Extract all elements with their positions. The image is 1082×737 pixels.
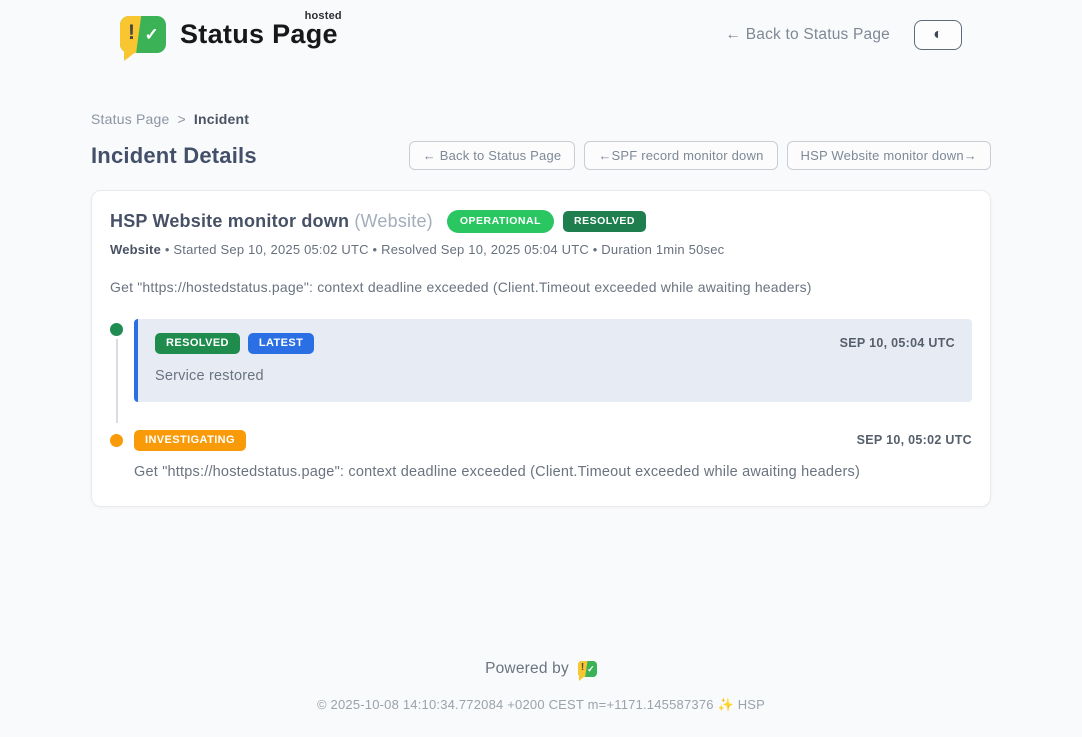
incident-title: HSP Website monitor down (Website) bbox=[110, 211, 433, 232]
theme-toggle-button[interactable]: ◐ bbox=[914, 20, 962, 50]
timeline-timestamp: SEP 10, 05:04 UTC bbox=[840, 336, 955, 350]
incident-timeline: RESOLVED LATEST SEP 10, 05:04 UTC Servic… bbox=[110, 319, 972, 480]
exclamation-icon: ! bbox=[581, 662, 585, 673]
next-incident-button[interactable]: HSP Website monitor down→ bbox=[787, 141, 991, 170]
timeline-update-card: RESOLVED LATEST SEP 10, 05:04 UTC Servic… bbox=[134, 319, 972, 402]
timeline-message: Service restored bbox=[155, 368, 955, 384]
breadcrumb-status-page[interactable]: Status Page bbox=[91, 111, 169, 127]
latest-badge: LATEST bbox=[248, 333, 314, 354]
incident-badges: OPERATIONAL RESOLVED bbox=[447, 210, 646, 233]
breadcrumb-separator: > bbox=[177, 111, 185, 127]
copyright-prefix: © 2025-10-08 14:10:34.772084 +0200 CEST … bbox=[317, 697, 718, 712]
timeline-update-header: INVESTIGATING SEP 10, 05:02 UTC bbox=[134, 430, 972, 451]
logo-bubble: ! ✓ bbox=[578, 661, 597, 677]
investigating-status-badge: INVESTIGATING bbox=[134, 430, 246, 451]
breadcrumb-incident: Incident bbox=[194, 111, 249, 127]
copyright-suffix: HSP bbox=[734, 697, 765, 712]
page-title: Incident Details bbox=[91, 143, 257, 169]
header-right: ← Back to Status Page ◐ bbox=[726, 20, 962, 50]
timeline-dot-orange bbox=[110, 434, 123, 447]
checkmark-icon: ✓ bbox=[137, 16, 166, 53]
breadcrumb: Status Page > Incident bbox=[91, 111, 991, 127]
timeline-item-investigating: INVESTIGATING SEP 10, 05:02 UTC Get "htt… bbox=[110, 430, 972, 480]
footer: Powered by ! ✓ © 2025-10-08 14:10:34.772… bbox=[0, 660, 1082, 737]
main-content: Status Page > Incident Incident Details … bbox=[91, 67, 991, 507]
brand-text: Status Page bbox=[180, 19, 338, 49]
title-row: Incident Details ← Back to Status Page ←… bbox=[91, 141, 991, 170]
logo-bubble-tail bbox=[579, 676, 585, 681]
brand-name: Status Page hosted bbox=[180, 19, 338, 50]
incident-component: (Website) bbox=[354, 211, 433, 231]
incident-nav-buttons: ← Back to Status Page ←SPF record monito… bbox=[409, 141, 991, 170]
operational-badge: OPERATIONAL bbox=[447, 210, 554, 233]
incident-meta-component: Website bbox=[110, 242, 161, 257]
brand-logo[interactable]: ! ✓ Status Page hosted bbox=[120, 16, 338, 53]
timeline-timestamp: SEP 10, 05:02 UTC bbox=[857, 433, 972, 447]
incident-meta: Website • Started Sep 10, 2025 05:02 UTC… bbox=[110, 242, 972, 257]
timeline-update-badges: RESOLVED LATEST bbox=[155, 333, 314, 354]
copyright-text: © 2025-10-08 14:10:34.772084 +0200 CEST … bbox=[0, 697, 1082, 713]
incident-title-text: HSP Website monitor down bbox=[110, 211, 349, 231]
sparkles-icon: ✨ bbox=[718, 697, 734, 712]
resolved-badge: RESOLVED bbox=[563, 211, 646, 232]
checkmark-icon: ✓ bbox=[585, 661, 597, 677]
timeline-message: Get "https://hostedstatus.page": context… bbox=[134, 464, 972, 480]
exclamation-icon: ! bbox=[128, 21, 135, 45]
timeline-dot-green bbox=[110, 323, 123, 336]
incident-card: HSP Website monitor down (Website) OPERA… bbox=[91, 190, 991, 507]
powered-by-label: Powered by bbox=[485, 660, 569, 678]
back-to-status-page-button[interactable]: ← Back to Status Page bbox=[409, 141, 576, 170]
prev-incident-button[interactable]: ←SPF record monitor down bbox=[584, 141, 777, 170]
logo-bubble: ! ✓ bbox=[120, 16, 166, 53]
brand-superscript: hosted bbox=[305, 10, 342, 22]
back-to-status-page-link[interactable]: ← Back to Status Page bbox=[726, 26, 890, 44]
status-page-logo-icon: ! ✓ bbox=[120, 16, 166, 53]
status-page-mini-logo-icon: ! ✓ bbox=[578, 661, 597, 677]
timeline-update-header: RESOLVED LATEST SEP 10, 05:04 UTC bbox=[155, 333, 955, 354]
timeline-item-resolved: RESOLVED LATEST SEP 10, 05:04 UTC Servic… bbox=[110, 319, 972, 402]
incident-meta-details: • Started Sep 10, 2025 05:02 UTC • Resol… bbox=[161, 242, 724, 257]
resolved-status-badge: RESOLVED bbox=[155, 333, 240, 354]
powered-by-link[interactable]: Powered by ! ✓ bbox=[0, 660, 1082, 678]
header: ! ✓ Status Page hosted ← Back to Status … bbox=[0, 0, 1082, 67]
timeline-update-badges: INVESTIGATING bbox=[134, 430, 246, 451]
incident-title-row: HSP Website monitor down (Website) OPERA… bbox=[110, 210, 972, 233]
half-circle-theme-icon: ◐ bbox=[933, 27, 943, 43]
incident-description: Get "https://hostedstatus.page": context… bbox=[110, 279, 972, 295]
